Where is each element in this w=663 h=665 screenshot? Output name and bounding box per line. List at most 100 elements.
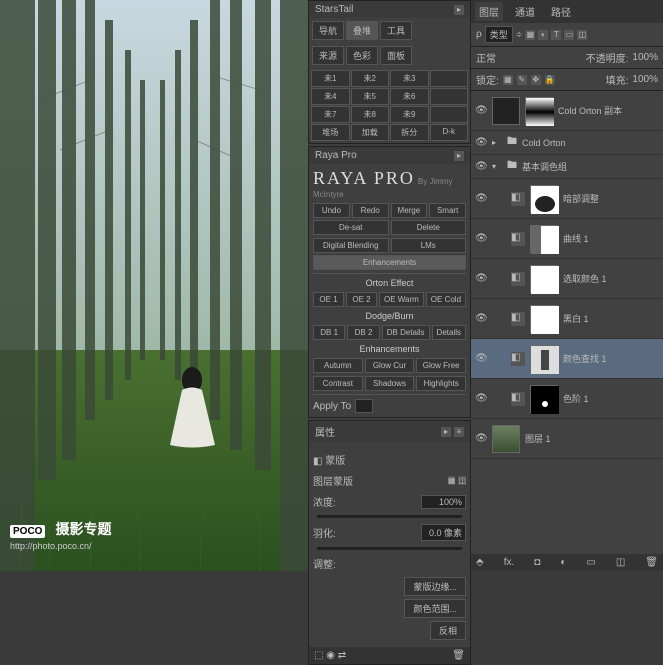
st-src[interactable]: 来源 (312, 46, 344, 65)
raya-btn[interactable]: OE Warm (379, 292, 424, 307)
trash-icon[interactable]: 🗑 (452, 650, 465, 661)
visibility-icon[interactable]: 👁 (475, 353, 487, 365)
lock-trans-icon[interactable]: ▦ (503, 75, 513, 85)
mask-icon[interactable]: ◘ (534, 557, 540, 568)
layer-name[interactable]: 暗部调整 (563, 192, 659, 205)
st-cell[interactable]: 未4 (311, 88, 350, 105)
filter-img-icon[interactable]: ▦ (525, 30, 535, 40)
layer-mask[interactable] (530, 305, 558, 333)
st-cell[interactable] (430, 70, 469, 87)
fold-icon[interactable]: ▸ (492, 138, 502, 147)
fold-icon[interactable]: ▾ (492, 162, 502, 171)
color-range-button[interactable]: 颜色范围... (404, 599, 466, 618)
raya-btn[interactable]: DB 2 (347, 325, 379, 340)
raya-btn[interactable]: DB 1 (313, 325, 345, 340)
layer-row[interactable]: 👁◧选取颜色 1 (471, 259, 663, 299)
st-color[interactable]: 色彩 (346, 46, 378, 65)
st-cell[interactable]: 加载 (351, 124, 390, 141)
st-cell[interactable] (430, 88, 469, 105)
st-tab-tools[interactable]: 工具 (380, 21, 412, 40)
feather-input[interactable]: 0.0 像素 (421, 524, 466, 541)
st-tab-stack[interactable]: 叠堆 (346, 21, 378, 40)
menu-icon[interactable]: ≡ (454, 427, 464, 437)
collapse-icon[interactable]: ▸ (441, 427, 451, 437)
collapse-icon[interactable]: ▸ (454, 5, 464, 15)
raya-btn[interactable]: Autumn (313, 358, 363, 373)
st-cell[interactable]: 未2 (351, 70, 390, 87)
st-cell[interactable]: 未1 (311, 70, 350, 87)
raya-btn[interactable]: DB Details (382, 325, 430, 340)
layer-row[interactable]: 👁Cold Orton 副本 (471, 91, 663, 131)
st-cell[interactable]: D-k (430, 124, 469, 141)
link-icon[interactable]: ⬘ (476, 557, 484, 568)
st-panel[interactable]: 面板 (380, 46, 412, 65)
raya-btn[interactable]: OE 1 (313, 292, 344, 307)
lock-all-icon[interactable]: 🔒 (545, 75, 555, 85)
feather-slider[interactable] (317, 547, 462, 550)
raya-btn[interactable]: Contrast (313, 376, 363, 391)
lock-pos-icon[interactable]: ✥ (531, 75, 541, 85)
collapse-icon[interactable]: ▸ (454, 151, 464, 161)
layer-name[interactable]: 图层 1 (525, 432, 659, 445)
layer-name[interactable]: 颜色查找 1 (563, 352, 659, 365)
st-tab-nav[interactable]: 导航 (312, 21, 344, 40)
layer-row[interactable]: 👁▾🖿基本调色组 (471, 155, 663, 179)
lock-pixel-icon[interactable]: ✎ (517, 75, 527, 85)
tab-channels[interactable]: 通道 (511, 2, 539, 21)
raya-btn[interactable]: Smart (429, 203, 466, 218)
raya-btn[interactable]: Enhancements (313, 255, 466, 270)
layer-row[interactable]: 👁◧色阶 1 (471, 379, 663, 419)
layer-name[interactable]: 黑白 1 (563, 312, 659, 325)
raya-btn[interactable]: Undo (313, 203, 350, 218)
layer-mask[interactable] (530, 265, 558, 293)
raya-btn[interactable]: Merge (391, 203, 428, 218)
st-cell[interactable]: 未7 (311, 106, 350, 123)
tab-layers[interactable]: 图层 (475, 2, 503, 21)
layer-mask[interactable] (530, 185, 558, 213)
layer-mask[interactable] (530, 345, 558, 373)
st-cell[interactable]: 未8 (351, 106, 390, 123)
blend-mode[interactable]: 正常 (476, 50, 582, 65)
layer-mask[interactable] (530, 385, 558, 413)
mask-vector-icon[interactable]: ◫ (458, 476, 466, 485)
raya-btn[interactable]: Delete (391, 220, 467, 235)
density-slider[interactable] (317, 515, 462, 518)
adj-icon[interactable]: ◐ (560, 557, 566, 568)
layer-name[interactable]: 基本调色组 (522, 160, 659, 173)
layer-name[interactable]: 色阶 1 (563, 392, 659, 405)
raya-btn[interactable]: LMs (391, 238, 467, 253)
layer-mask[interactable] (525, 97, 553, 125)
layer-thumb[interactable] (492, 425, 520, 453)
fx-icon[interactable]: fx. (504, 557, 515, 568)
st-cell[interactable]: 拆分 (390, 124, 429, 141)
layer-name[interactable]: Cold Orton (522, 138, 659, 148)
fill-input[interactable]: 100% (632, 74, 658, 85)
raya-btn[interactable]: Glow Cur (365, 358, 415, 373)
raya-btn[interactable]: Shadows (365, 376, 415, 391)
mask-pixel-icon[interactable]: ▦ (448, 476, 456, 485)
raya-btn[interactable]: OE 2 (346, 292, 377, 307)
opacity-input[interactable]: 100% (632, 52, 658, 63)
raya-btn[interactable]: Digital Blending (313, 238, 389, 253)
visibility-icon[interactable]: 👁 (475, 273, 487, 285)
visibility-icon[interactable]: 👁 (475, 233, 487, 245)
visibility-icon[interactable]: 👁 (475, 137, 487, 149)
raya-btn[interactable]: Highlights (416, 376, 466, 391)
layer-name[interactable]: Cold Orton 副本 (558, 104, 659, 117)
density-input[interactable]: 100% (421, 495, 466, 509)
visibility-icon[interactable]: 👁 (475, 433, 487, 445)
props-foot[interactable]: ⬚ ◉ ⇄ (314, 650, 346, 661)
filter-smart-icon[interactable]: ◫ (577, 30, 587, 40)
mask-edge-button[interactable]: 蒙版边缘... (404, 577, 466, 596)
layer-row[interactable]: 👁◧暗部调整 (471, 179, 663, 219)
layer-thumb[interactable] (492, 97, 520, 125)
group-icon[interactable]: ▭ (586, 557, 595, 568)
st-cell[interactable]: 未6 (390, 88, 429, 105)
filter-shape-icon[interactable]: ▭ (564, 30, 574, 40)
raya-btn[interactable]: OE Cold (426, 292, 466, 307)
layer-name[interactable]: 曲线 1 (563, 232, 659, 245)
st-cell[interactable]: 未3 (390, 70, 429, 87)
st-cell[interactable]: 未9 (390, 106, 429, 123)
trash-icon[interactable]: 🗑 (645, 557, 658, 568)
filter-adj-icon[interactable]: ◐ (538, 30, 548, 40)
